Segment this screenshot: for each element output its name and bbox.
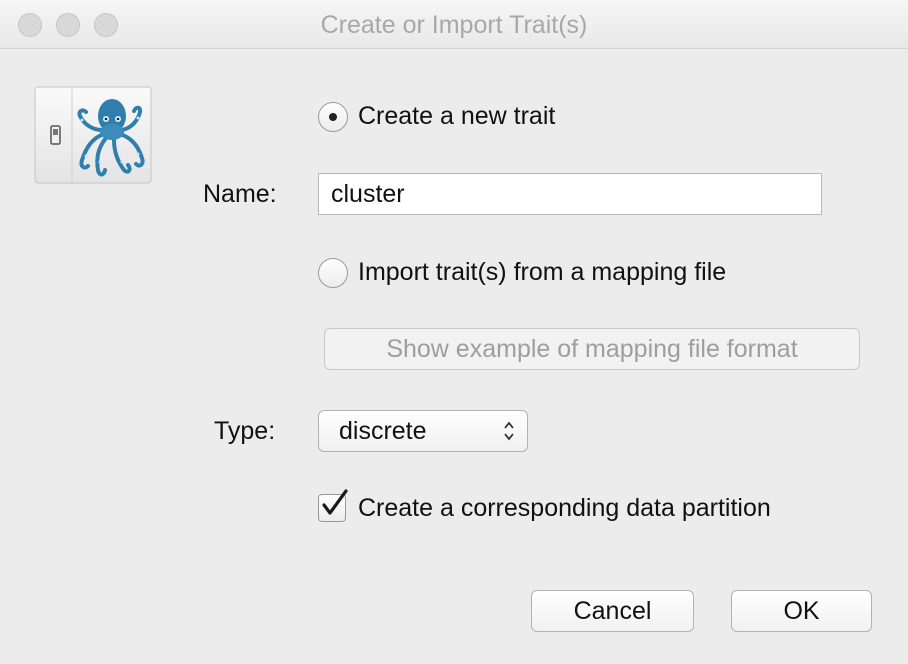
checkmark-icon (322, 489, 348, 515)
show-example-button[interactable]: Show example of mapping file format (324, 328, 860, 370)
create-partition-label[interactable]: Create a corresponding data partition (358, 494, 771, 523)
create-new-trait-radio[interactable] (318, 102, 348, 132)
import-trait-label[interactable]: Import trait(s) from a mapping file (358, 258, 726, 287)
radio-selected-dot (329, 113, 337, 121)
ok-button[interactable]: OK (731, 590, 872, 632)
up-down-chevron-icon (503, 417, 515, 445)
type-select-value: discrete (339, 417, 427, 445)
window-title: Create or Import Trait(s) (320, 11, 588, 39)
name-label: Name: (203, 180, 277, 208)
create-new-trait-label[interactable]: Create a new trait (358, 102, 555, 131)
create-import-trait-dialog: Create or Import Trait(s) Create a new t… (0, 0, 908, 664)
create-partition-checkbox[interactable] (318, 489, 348, 522)
import-trait-radio[interactable] (318, 258, 348, 288)
cancel-button[interactable]: Cancel (531, 590, 694, 632)
title-bar: Create or Import Trait(s) (0, 0, 908, 49)
octopus-switch-icon (34, 86, 152, 188)
type-select[interactable]: discrete (318, 410, 528, 452)
type-label: Type: (214, 417, 276, 445)
name-input[interactable]: cluster (318, 173, 822, 215)
